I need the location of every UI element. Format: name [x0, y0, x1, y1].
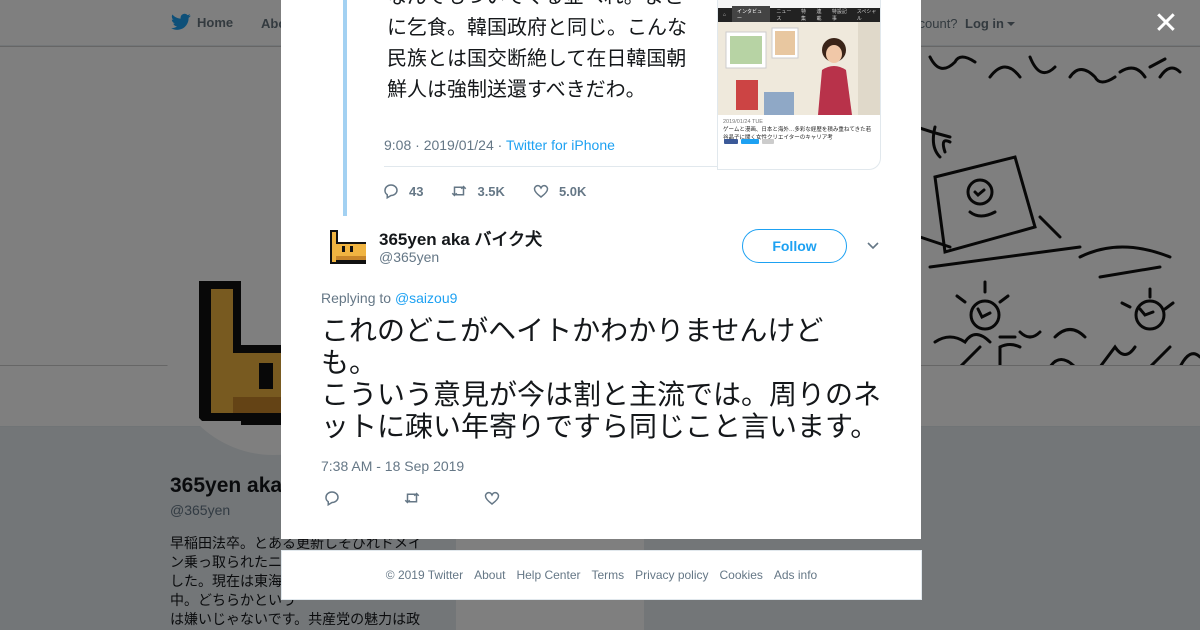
screenshot-nav-item: 特集: [800, 9, 806, 22]
follow-button[interactable]: Follow: [742, 229, 847, 263]
quoted-like-count: 5.0K: [558, 183, 587, 199]
replying-to-line: Replying to @saizou9: [321, 290, 457, 306]
home-icon: ⌂: [723, 12, 727, 18]
screenshot-nav-item: ニュース: [776, 9, 792, 22]
footer-ads-info-link[interactable]: Ads info: [774, 568, 817, 582]
thread-connector-line: [343, 0, 347, 216]
quoted-tweet-time: 9:08 · 2019/01/24 ·: [384, 137, 506, 153]
retweet-icon[interactable]: [403, 489, 421, 507]
share-badge: [762, 139, 774, 144]
screenshot-nav-item: 特設記事: [831, 9, 847, 22]
tweet-timestamp: 7:38 AM - 18 Sep 2019: [321, 458, 465, 474]
quoted-tweet-screenshot[interactable]: ⌂ インタビュー ニュース 特集 連載 特設記事 スペシャル 2019/01/2…: [717, 0, 881, 170]
heart-icon[interactable]: [483, 489, 501, 507]
screenshot-date-tag: 2019/01/24 TUE: [723, 119, 763, 125]
close-icon[interactable]: ✕: [1152, 9, 1180, 39]
chevron-down-icon[interactable]: [866, 241, 880, 251]
quoted-retweet-count: 3.5K: [477, 183, 505, 199]
modal-footer: © 2019 Twitter About Help Center Terms P…: [281, 550, 922, 600]
replying-prefix: Replying to: [321, 290, 395, 306]
screenshot-caption: 2019/01/24 TUE ゲームと漫画、日本と海外…多彩な経歴を積み重ねてき…: [718, 115, 880, 141]
share-badge: [741, 139, 759, 144]
reply-icon: [384, 184, 398, 200]
tweet-actions: [323, 489, 563, 507]
author-handle[interactable]: @365yen: [379, 249, 439, 265]
quoted-tweet[interactable]: なんでもついてくる並べれ。まと に乞食。韓国政府と同じ。こんな 民族とは国交断絶…: [384, 0, 881, 170]
screenshot-nav-item: スペシャル: [856, 9, 877, 22]
replying-to-mention[interactable]: @saizou9: [395, 290, 457, 306]
tweet-text: これのどこがヘイトかわかりませんけど も。 こういう意見が今は割と主流では。周り…: [321, 315, 882, 442]
footer-terms-link[interactable]: Terms: [591, 568, 624, 582]
divider: [384, 166, 719, 167]
quoted-like-action[interactable]: 5.0K: [532, 182, 586, 200]
quoted-tweet-actions: 43 3.5K 5.0K: [382, 182, 613, 200]
footer-privacy-link[interactable]: Privacy policy: [635, 568, 708, 582]
quoted-tweet-text: なんでもついてくる並べれ。まと に乞食。韓国政府と同じ。こんな 民族とは国交断絶…: [387, 0, 687, 101]
quoted-reply-count: 43: [409, 183, 424, 199]
quoted-reply-action[interactable]: 43: [382, 182, 423, 200]
footer-help-center-link[interactable]: Help Center: [516, 568, 580, 582]
quoted-tweet-source-link[interactable]: Twitter for iPhone: [506, 137, 615, 153]
author-name[interactable]: 365yen aka バイク犬: [379, 225, 542, 250]
tweet-modal: なんでもついてくる並べれ。まと に乞食。韓国政府と同じ。こんな 民族とは国交断絶…: [281, 0, 921, 539]
screenshot-photo: [718, 22, 880, 115]
screenshot-site-nav: ⌂ インタビュー ニュース 特集 連載 特設記事 スペシャル: [718, 6, 880, 24]
footer-about-link[interactable]: About: [474, 568, 505, 582]
quoted-tweet-timestamp: 9:08 · 2019/01/24 · Twitter for iPhone: [384, 137, 615, 153]
reply-icon[interactable]: [323, 489, 341, 507]
footer-cookies-link[interactable]: Cookies: [720, 568, 763, 582]
retweet-icon: [452, 185, 467, 197]
footer-copyright: © 2019 Twitter: [385, 568, 464, 582]
author-avatar[interactable]: [325, 225, 369, 269]
woman-portrait-image: [718, 22, 880, 115]
heart-icon: [533, 184, 549, 198]
quoted-retweet-action[interactable]: 3.5K: [450, 182, 505, 200]
screenshot-nav-item: 連載: [816, 9, 822, 22]
share-badge: [724, 139, 738, 144]
